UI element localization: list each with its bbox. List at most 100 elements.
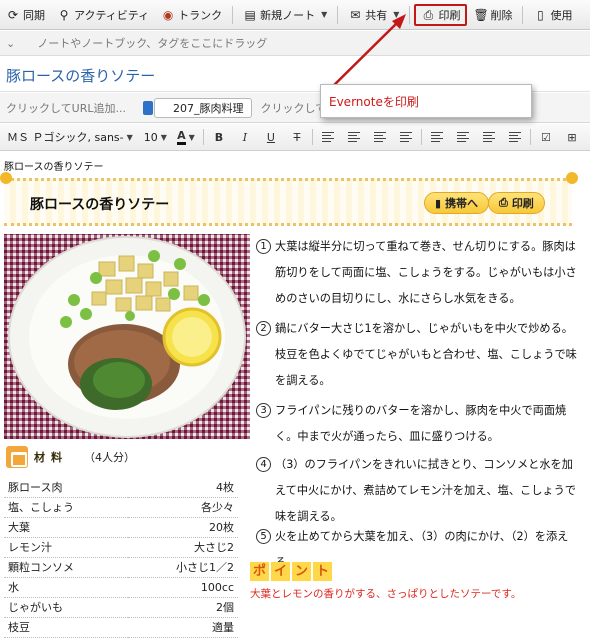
table-button[interactable]: ⊞ <box>559 127 585 147</box>
format-divider <box>311 129 313 145</box>
numbered-list-icon <box>456 132 469 142</box>
share-button[interactable]: ✉ 共有 ▼ <box>342 3 405 27</box>
ingredient-amount: 2個 <box>127 597 238 618</box>
usage-label: 使用 <box>550 8 573 22</box>
chevron-down-icon: ▼ <box>126 132 133 142</box>
sync-icon: ⟳ <box>7 7 19 22</box>
recipe-print-label: 印刷 <box>511 197 534 210</box>
bold-button[interactable]: B <box>206 127 232 147</box>
step-text: （3）のフライパンをきれいに拭きとり、コンソメと水を加えて中火にかけ、煮詰めてレ… <box>275 458 576 523</box>
point-char: ト <box>313 562 332 581</box>
align-left-button[interactable] <box>315 127 341 147</box>
format-toolbar: ＭＳ Ｐゴシック, sans- ▼ 10 ▼ A ▼ B I U T ☑ ⊞ <box>0 124 590 151</box>
decor-dot <box>0 172 12 184</box>
ingredients-table: 豚ロース肉 4枚 塩、こしょう 各少々 大葉 20枚 レモン汁 大さじ2 顆粒コンソメ小… <box>4 477 238 638</box>
new-note-label: 新規ノート <box>260 8 316 22</box>
font-size-select[interactable]: 10 ▼ <box>140 127 171 147</box>
print-button[interactable]: ⎙ 印刷 <box>414 3 468 26</box>
ingredient-amount: 4枚 <box>127 477 238 498</box>
step-text: フライパンに残りのバターを溶かし、豚肉を中火で両面焼く。中まで火が通ったら、皿に… <box>275 404 567 443</box>
numbered-list-button[interactable] <box>450 127 476 147</box>
ingredient-amount: 適量 <box>127 617 238 638</box>
chevron-down-icon: ▼ <box>160 132 167 142</box>
step-number: 4 <box>256 457 271 472</box>
indent-icon <box>508 132 521 142</box>
trunk-button[interactable]: ◉ トランク <box>155 3 228 27</box>
point-text: 大葉とレモンの香りがする、さっぱりとしたソテーです。 <box>250 588 522 600</box>
table-row: 水 100cc <box>4 577 238 598</box>
ingredient-amount: 小さじ1／2 <box>127 557 238 578</box>
envelope-icon: ✉ <box>350 7 361 22</box>
ingredient-amount: 20枚 <box>127 517 238 538</box>
font-family-select[interactable]: ＭＳ Ｐゴシック, sans- ▼ <box>3 127 137 147</box>
recipe-print-button[interactable]: ⎙ 印刷 <box>488 192 545 214</box>
ingredient-name: 塩、こしょう <box>4 497 128 518</box>
share-label: 共有 <box>365 8 388 22</box>
decor-dot <box>566 172 578 184</box>
chevron-down-icon[interactable]: ▼ <box>393 10 399 19</box>
checkbox-button[interactable]: ☑ <box>533 127 559 147</box>
indent-button[interactable] <box>502 127 528 147</box>
delete-button[interactable]: 🗑 削除 <box>467 3 518 27</box>
ingredient-name: 枝豆 <box>4 617 128 638</box>
activity-label: アクティビティ <box>74 8 150 22</box>
point-heading: ポ イ ン ト <box>250 562 332 582</box>
point-char: ン <box>292 562 311 581</box>
step-number: 1 <box>256 239 271 254</box>
toolbar-divider <box>232 5 234 24</box>
point-char: イ <box>271 562 290 581</box>
activity-icon: ⚲ <box>59 7 69 22</box>
dish-illustration <box>8 236 246 438</box>
table-row: 顆粒コンソメ 小さじ1／2 <box>4 557 238 578</box>
main-toolbar: ⟳ 同期 ⚲ アクティビティ ◉ トランク ▤ 新規ノート ▼ ✉ 共有 ▼ ⎙… <box>0 0 590 30</box>
align-center-icon <box>347 132 360 142</box>
format-divider <box>529 129 531 145</box>
ingredient-amount: 大さじ2 <box>127 537 238 558</box>
recipe-title: 豚ロースの香りソテー <box>30 197 170 213</box>
font-family-value: ＭＳ Ｐゴシック, sans- <box>7 131 124 144</box>
notebook-selector[interactable]: 207_豚肉料理 <box>142 97 253 118</box>
table-row: 豚ロース肉 4枚 <box>4 477 238 498</box>
italic-button[interactable]: I <box>232 127 258 147</box>
outdent-button[interactable] <box>476 127 502 147</box>
new-note-icon: ▤ <box>244 7 256 22</box>
align-justify-button[interactable] <box>393 127 419 147</box>
point-char: ポ <box>250 562 269 581</box>
font-color-button[interactable]: A ▼ <box>171 127 201 147</box>
toolbar-divider <box>522 5 524 24</box>
align-center-button[interactable] <box>341 127 367 147</box>
activity-button[interactable]: ⚲ アクティビティ <box>51 3 155 27</box>
underline-button[interactable]: U <box>258 127 284 147</box>
toolbar-divider <box>409 5 411 24</box>
format-divider <box>202 129 204 145</box>
note-editor[interactable]: 豚ロースの香りソテー 豚ロースの香りソテー ▮ 携帯へ ⎙ 印刷 材料 （4人分… <box>0 152 590 640</box>
print-label: 印刷 <box>438 8 461 22</box>
url-field[interactable]: クリックしてURL追加... <box>6 100 126 116</box>
table-icon: ⊞ <box>567 130 577 144</box>
drag-target-bar[interactable]: ⌄ ノートやノートブック、タグをここにドラッグ <box>0 31 590 56</box>
font-size-value: 10 <box>143 130 158 144</box>
outdent-icon <box>482 132 495 142</box>
usage-button[interactable]: ▯ 使用 <box>527 3 578 27</box>
ingredient-name: 水 <box>4 577 128 598</box>
align-right-button[interactable] <box>367 127 393 147</box>
step-number: 2 <box>256 321 271 336</box>
delete-label: 削除 <box>490 8 513 22</box>
trash-icon: 🗑 <box>473 7 489 22</box>
align-justify-icon <box>399 132 412 142</box>
step-text: 大葉は縦半分に切って重ねて巻き、せん切りにする。豚肉は筋切りをして両面に塩、こし… <box>275 240 577 305</box>
ingredient-name: 豚ロース肉 <box>4 477 128 498</box>
send-to-mobile-button[interactable]: ▮ 携帯へ <box>424 192 490 214</box>
strikethrough-button[interactable]: T <box>284 127 310 147</box>
table-row: 塩、こしょう 各少々 <box>4 497 238 518</box>
ingredient-name: 顆粒コンソメ <box>4 557 128 578</box>
bullet-list-button[interactable] <box>424 127 450 147</box>
printer-icon: ⎙ <box>499 196 508 209</box>
bullet-list-icon <box>430 132 443 142</box>
checkbox-icon: ☑ <box>541 130 551 144</box>
chevron-down-icon[interactable]: ▼ <box>321 10 327 19</box>
note-heading-text: 豚ロースの香りソテー <box>4 162 104 173</box>
new-note-button[interactable]: ▤ 新規ノート ▼ <box>237 3 333 27</box>
chevron-down-icon: ⌄ <box>6 36 16 50</box>
sync-button[interactable]: ⟳ 同期 <box>0 3 51 27</box>
